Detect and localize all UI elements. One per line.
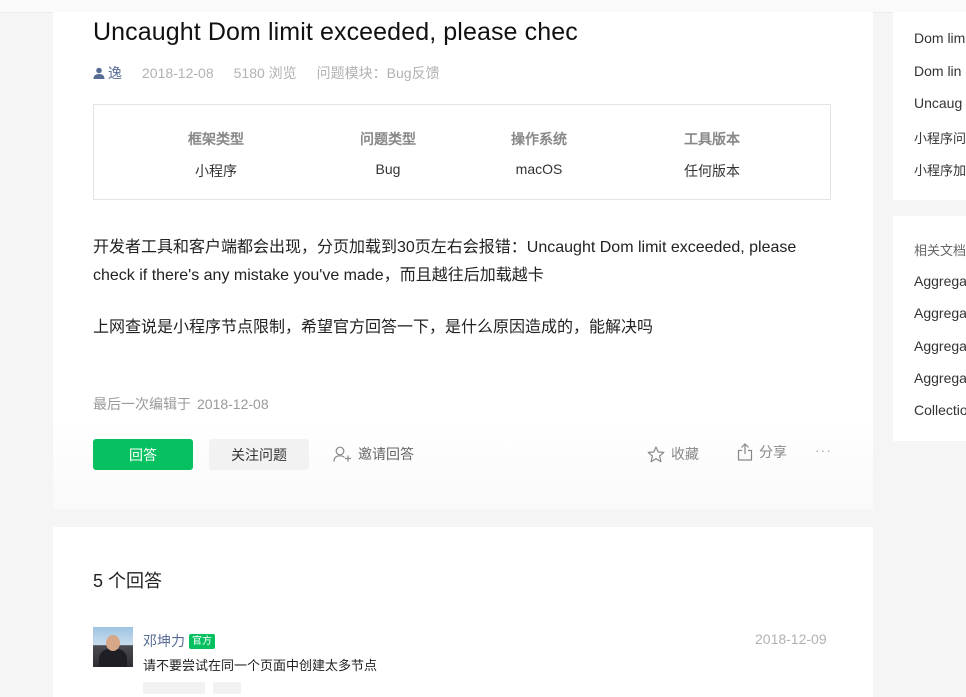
official-badge: 官方 <box>189 633 215 649</box>
answers-card: 5 个回答 邓坤力 官方 2018-12-09 请不要尝试在同一个页面中创建太多… <box>53 527 873 697</box>
related-doc-link[interactable]: Aggrega <box>914 305 966 321</box>
attr-os: 操作系统 macOS <box>459 129 619 177</box>
related-questions-panel: Dom lim Dom lin Uncaug 小程序问 小程序加 <box>893 12 966 200</box>
attr-framework: 框架类型 小程序 <box>136 129 296 181</box>
related-question-link[interactable]: 小程序问 <box>914 128 966 147</box>
attr-issue-type: 问题类型 Bug <box>308 129 468 177</box>
attr-value: 任何版本 <box>684 163 740 179</box>
attr-tool-version: 工具版本 任何版本 <box>632 129 792 181</box>
collect-label: 收藏 <box>671 446 699 462</box>
invite-answer-button[interactable]: 邀请回答 <box>333 444 414 464</box>
attr-value: macOS <box>515 161 563 177</box>
question-card: Uncaught Dom limit exceeded, please chec… <box>53 12 873 510</box>
related-doc-link[interactable]: Aggrega <box>914 370 966 386</box>
question-attributes: 框架类型 小程序 问题类型 Bug 操作系统 macOS 工具版本 任何版本 <box>93 104 831 200</box>
answer-action-placeholder[interactable] <box>143 682 205 694</box>
body-paragraph: 上网查说是小程序节点限制，希望官方回答一下，是什么原因造成的，能解决吗 <box>93 319 654 336</box>
module-label: 问题模块： <box>316 65 387 81</box>
attr-key: 操作系统 <box>511 131 567 147</box>
related-question-link[interactable]: 小程序加 <box>914 160 966 179</box>
question-body: 开发者工具和客户端都会出现，分页加载到30页左右会报错：Uncaught Dom… <box>93 234 833 342</box>
answer-date: 2018-12-09 <box>755 631 827 647</box>
related-question-link[interactable]: Uncaug <box>914 95 962 111</box>
author-name: 逸 <box>108 65 122 81</box>
attr-key: 工具版本 <box>684 131 740 147</box>
collect-button[interactable]: 收藏 <box>647 444 699 464</box>
star-icon <box>647 445 665 462</box>
more-options-button[interactable]: ··· <box>815 442 832 458</box>
module-value[interactable]: Bug反馈 <box>387 63 440 83</box>
view-count: 5180 浏览 <box>233 65 297 81</box>
edited-date: 2018-12-08 <box>197 396 269 412</box>
question-meta: 逸 2018-12-08 5180 浏览 问题模块： Bug反馈 <box>93 63 440 83</box>
invite-label: 邀请回答 <box>358 446 414 462</box>
edited-label: 最后一次编辑于 <box>93 396 191 412</box>
add-user-icon <box>333 446 351 462</box>
related-doc-link[interactable]: Aggrega <box>914 338 966 354</box>
related-question-link[interactable]: Dom lin <box>914 63 961 79</box>
related-doc-link[interactable]: Collectio <box>914 402 966 418</box>
share-icon <box>737 443 753 461</box>
attr-key: 框架类型 <box>188 131 244 147</box>
question-title: Uncaught Dom limit exceeded, please chec <box>93 18 578 46</box>
user-icon <box>93 67 105 79</box>
related-doc-link[interactable]: Aggrega <box>914 273 966 289</box>
last-edited: 最后一次编辑于 2018-12-08 <box>93 394 269 414</box>
author-link[interactable]: 逸 <box>93 63 122 83</box>
attr-value: Bug <box>375 161 401 177</box>
answer-text: 请不要尝试在同一个页面中创建太多节点 <box>143 658 378 673</box>
related-docs-panel: 相关文档 Aggrega Aggrega Aggrega Aggrega Col… <box>893 216 966 441</box>
avatar[interactable] <box>93 627 133 667</box>
answerer-name[interactable]: 邓坤力 官方 <box>143 631 215 651</box>
answer-button[interactable]: 回答 <box>93 439 193 470</box>
attr-value: 小程序 <box>195 163 237 179</box>
body-paragraph: 开发者工具和客户端都会出现，分页加载到30页左右会报错：Uncaught Dom… <box>93 239 797 284</box>
share-label: 分享 <box>759 444 787 460</box>
attr-key: 问题类型 <box>360 131 416 147</box>
follow-question-button[interactable]: 关注问题 <box>209 439 309 470</box>
related-docs-title: 相关文档 <box>914 243 966 258</box>
share-button[interactable]: 分享 <box>737 442 787 462</box>
question-date: 2018-12-08 <box>142 65 214 81</box>
answer-action-placeholder[interactable] <box>213 682 241 694</box>
answerer-name-text: 邓坤力 <box>143 633 185 649</box>
related-question-link[interactable]: Dom lim <box>914 30 965 46</box>
answer-count: 5 个回答 <box>93 571 163 591</box>
